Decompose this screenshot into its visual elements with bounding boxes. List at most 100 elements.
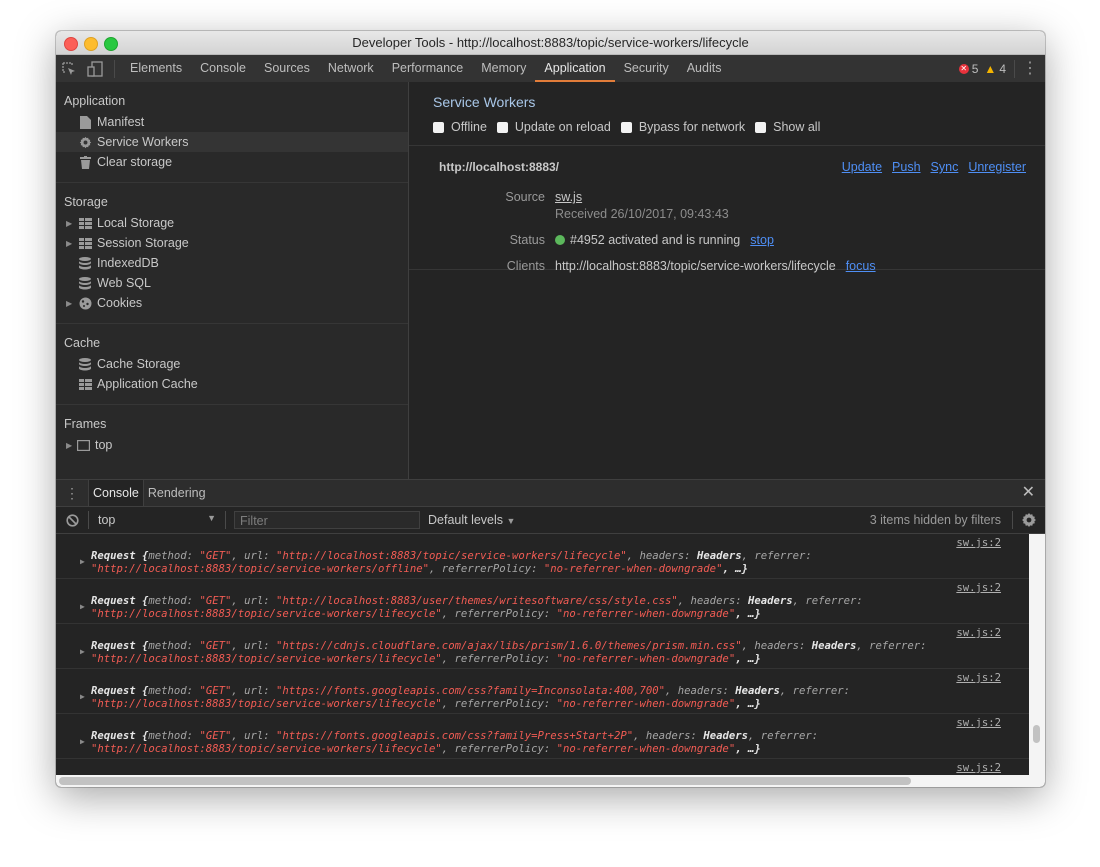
object-type: Request { xyxy=(91,595,149,607)
expand-object-icon[interactable]: ▶ xyxy=(80,692,85,701)
expand-object-icon[interactable]: ▶ xyxy=(80,737,85,746)
close-drawer-icon[interactable]: ✕ xyxy=(1022,480,1035,506)
url-value: "http://localhost:8883/user/themes/write… xyxy=(275,595,678,607)
tab-sources[interactable]: Sources xyxy=(255,55,319,82)
checkbox-label[interactable]: Show all xyxy=(773,120,820,134)
sidebar-item-clear-storage[interactable]: Clear storage xyxy=(56,152,408,172)
key: , headers: xyxy=(626,550,697,562)
checkbox-show-all[interactable] xyxy=(755,121,767,133)
message-source-link[interactable]: sw.js:2 xyxy=(956,762,1001,774)
sidebar-item-indexeddb[interactable]: IndexedDB xyxy=(56,253,408,273)
message-line-1[interactable]: Request {method: "GET", url: "http://loc… xyxy=(91,595,863,607)
tab-performance[interactable]: Performance xyxy=(383,55,473,82)
key: method: xyxy=(148,550,200,562)
sidebar-item-cookies[interactable]: ▶ Cookies xyxy=(56,293,408,313)
device-toolbar-icon[interactable] xyxy=(82,55,108,82)
checkbox-offline[interactable] xyxy=(433,121,444,133)
sidebar-item-session-storage[interactable]: ▶ Session Storage xyxy=(56,233,408,253)
stop-link[interactable]: stop xyxy=(750,233,774,247)
drawer-tab-console[interactable]: Console xyxy=(88,480,144,506)
checkbox-label[interactable]: Bypass for network xyxy=(639,120,745,134)
context-selector[interactable]: top ▼ xyxy=(89,513,225,527)
sidebar-item-application-cache[interactable]: Application Cache xyxy=(56,374,408,394)
sidebar-item-cache-storage[interactable]: Cache Storage xyxy=(56,354,408,374)
message-source-link[interactable]: sw.js:2 xyxy=(956,582,1001,594)
policy-value: "no-referrer-when-downgrade" xyxy=(543,563,723,575)
maximize-window-button[interactable] xyxy=(104,37,118,51)
sync-link[interactable]: Sync xyxy=(931,160,959,174)
headers-value: Headers xyxy=(735,685,780,697)
expand-arrow-icon[interactable]: ▶ xyxy=(66,441,76,450)
tab-console[interactable]: Console xyxy=(191,55,255,82)
object-type: Request { xyxy=(91,685,149,697)
console-message: sw.js:2 ▶ Request {method: "GET", url: "ht… xyxy=(56,714,1029,759)
dropdown-arrow-icon: ▼ xyxy=(207,513,216,523)
sidebar-item-manifest[interactable]: Manifest xyxy=(56,112,408,132)
referrer-value: "http://localhost:8883/topic/service-wor… xyxy=(91,608,442,620)
checkbox-label[interactable]: Update on reload xyxy=(515,120,611,134)
update-link[interactable]: Update xyxy=(842,160,882,174)
message-line-1[interactable]: Request {method: "GET", url: "https://fo… xyxy=(91,730,818,742)
expand-object-icon[interactable]: ▶ xyxy=(80,557,85,566)
message-line-2[interactable]: "http://localhost:8883/topic/service-wor… xyxy=(91,608,761,620)
vertical-scrollbar[interactable] xyxy=(1029,534,1045,777)
object-type: Request { xyxy=(91,550,149,562)
checkbox-bypass-for-network[interactable] xyxy=(620,121,632,133)
ellipsis: , …} xyxy=(735,608,761,620)
key: , headers: xyxy=(741,640,812,652)
focus-link[interactable]: focus xyxy=(846,259,876,273)
tab-network[interactable]: Network xyxy=(319,55,383,82)
inspect-element-icon[interactable] xyxy=(56,55,82,82)
checkbox-update-on-reload[interactable] xyxy=(496,121,508,133)
tab-audits[interactable]: Audits xyxy=(678,55,731,82)
more-options-icon[interactable]: ⋮ xyxy=(1014,59,1045,78)
sidebar-item-top[interactable]: ▶ top xyxy=(56,435,408,455)
horizontal-scroll-thumb[interactable] xyxy=(59,777,911,785)
console-settings-icon[interactable] xyxy=(1021,512,1037,533)
checkbox-label[interactable]: Offline xyxy=(451,120,487,134)
expand-arrow-icon[interactable]: ▶ xyxy=(66,239,76,248)
method-value: "GET" xyxy=(199,595,232,607)
message-line-2[interactable]: "http://localhost:8883/topic/service-wor… xyxy=(91,743,761,755)
filter-input[interactable]: Filter xyxy=(234,511,420,529)
tab-memory[interactable]: Memory xyxy=(472,55,535,82)
frame-icon xyxy=(76,438,90,452)
expand-object-icon[interactable]: ▶ xyxy=(80,647,85,656)
message-line-1[interactable]: Request {method: "GET", url: "https://cd… xyxy=(91,640,927,652)
drawer-menu-icon[interactable]: ⋮ xyxy=(56,485,88,502)
key: , referrerPolicy: xyxy=(441,608,557,620)
log-levels-dropdown[interactable]: Default levels ▼ xyxy=(428,513,515,527)
message-line-1[interactable]: Request {method: "GET", url: "http://loc… xyxy=(91,550,812,562)
method-value: "GET" xyxy=(199,640,232,652)
expand-object-icon[interactable]: ▶ xyxy=(80,602,85,611)
minimize-window-button[interactable] xyxy=(84,37,98,51)
tab-application[interactable]: Application xyxy=(535,55,615,82)
unregister-link[interactable]: Unregister xyxy=(968,160,1026,174)
key: , referrerPolicy: xyxy=(441,743,557,755)
message-line-2[interactable]: "http://localhost:8883/topic/service-wor… xyxy=(91,698,761,710)
console-messages: sw.js:2 ▶ Request {method: "GET", url: "ht… xyxy=(56,534,1029,777)
tab-elements[interactable]: Elements xyxy=(121,55,191,82)
drawer-tab-rendering[interactable]: Rendering xyxy=(144,480,210,506)
push-link[interactable]: Push xyxy=(892,160,921,174)
tab-security[interactable]: Security xyxy=(615,55,678,82)
expand-arrow-icon[interactable]: ▶ xyxy=(66,219,76,228)
message-source-link[interactable]: sw.js:2 xyxy=(956,717,1001,729)
message-line-2[interactable]: "http://localhost:8883/topic/service-wor… xyxy=(91,653,761,665)
message-source-link[interactable]: sw.js:2 xyxy=(956,672,1001,684)
sidebar-section-cache: Cache Cache Storage Application Cache xyxy=(56,324,408,405)
message-line-2[interactable]: "http://localhost:8883/topic/service-wor… xyxy=(91,563,748,575)
sidebar-item-local-storage[interactable]: ▶ Local Storage xyxy=(56,213,408,233)
source-file-link[interactable]: sw.js xyxy=(555,190,582,204)
close-window-button[interactable] xyxy=(64,37,78,51)
horizontal-scrollbar[interactable] xyxy=(56,775,1045,787)
error-warning-counter[interactable]: ✕ 5 ▲ 4 xyxy=(958,62,1006,76)
message-line-1[interactable]: Request {method: "GET", url: "https://fo… xyxy=(91,685,850,697)
expand-arrow-icon[interactable]: ▶ xyxy=(66,299,76,308)
vertical-scroll-thumb[interactable] xyxy=(1033,725,1040,743)
sidebar-item-web-sql[interactable]: Web SQL xyxy=(56,273,408,293)
clear-console-icon[interactable] xyxy=(56,513,88,527)
message-source-link[interactable]: sw.js:2 xyxy=(956,537,1001,549)
sidebar-item-service-workers[interactable]: Service Workers xyxy=(56,132,408,152)
message-source-link[interactable]: sw.js:2 xyxy=(956,627,1001,639)
